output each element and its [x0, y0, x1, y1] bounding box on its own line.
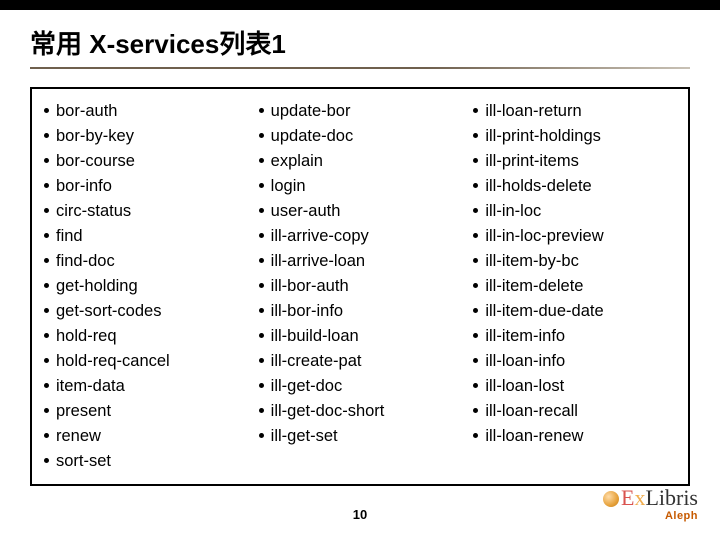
top-accent-bar	[0, 0, 720, 10]
services-box: bor-authbor-by-keybor-coursebor-infocirc…	[30, 87, 690, 486]
list-item: present	[44, 399, 247, 424]
list-item: ill-arrive-loan	[259, 249, 462, 274]
list-item: ill-item-info	[473, 324, 676, 349]
column-3: ill-loan-returnill-print-holdingsill-pri…	[467, 99, 682, 474]
list-item: ill-item-due-date	[473, 299, 676, 324]
column-1: bor-authbor-by-keybor-coursebor-infocirc…	[38, 99, 253, 474]
brand-logo-sub: Aleph	[603, 511, 698, 522]
slide-title: 常用 X-services列表1	[30, 24, 690, 69]
list-item: sort-set	[44, 449, 247, 474]
list-item: update-bor	[259, 99, 462, 124]
list-item: hold-req	[44, 324, 247, 349]
list-item: renew	[44, 424, 247, 449]
list-item: ill-get-set	[259, 424, 462, 449]
list-item: explain	[259, 149, 462, 174]
list-item: ill-get-doc-short	[259, 399, 462, 424]
list-item: ill-loan-return	[473, 99, 676, 124]
list-item: ill-in-loc-preview	[473, 224, 676, 249]
list-item: ill-get-doc	[259, 374, 462, 399]
list-item: ill-create-pat	[259, 349, 462, 374]
list-item: ill-bor-info	[259, 299, 462, 324]
list-item: ill-in-loc	[473, 199, 676, 224]
list-item: update-doc	[259, 124, 462, 149]
list-item: circ-status	[44, 199, 247, 224]
brand-logo: ExLibris Aleph	[603, 487, 698, 522]
list-item: ill-arrive-copy	[259, 224, 462, 249]
list-item: login	[259, 174, 462, 199]
list-item: ill-loan-lost	[473, 374, 676, 399]
list-item: ill-print-holdings	[473, 124, 676, 149]
list-item: get-sort-codes	[44, 299, 247, 324]
list-item: get-holding	[44, 274, 247, 299]
brand-logo-icon	[603, 491, 619, 507]
list-item: ill-loan-info	[473, 349, 676, 374]
list-item: hold-req-cancel	[44, 349, 247, 374]
list-item: ill-loan-recall	[473, 399, 676, 424]
list-item: bor-by-key	[44, 124, 247, 149]
list-item: ill-holds-delete	[473, 174, 676, 199]
list-item: bor-info	[44, 174, 247, 199]
list-item: ill-bor-auth	[259, 274, 462, 299]
brand-logo-text: ExLibris	[603, 487, 698, 509]
list-item: user-auth	[259, 199, 462, 224]
list-item: ill-item-delete	[473, 274, 676, 299]
column-2: update-borupdate-docexplainloginuser-aut…	[253, 99, 468, 474]
list-item: bor-course	[44, 149, 247, 174]
list-item: ill-loan-renew	[473, 424, 676, 449]
slide-body: 常用 X-services列表1 bor-authbor-by-keybor-c…	[0, 0, 720, 486]
list-item: ill-print-items	[473, 149, 676, 174]
list-item: find-doc	[44, 249, 247, 274]
list-item: ill-build-loan	[259, 324, 462, 349]
list-item: ill-item-by-bc	[473, 249, 676, 274]
list-item: bor-auth	[44, 99, 247, 124]
list-item: item-data	[44, 374, 247, 399]
list-item: find	[44, 224, 247, 249]
